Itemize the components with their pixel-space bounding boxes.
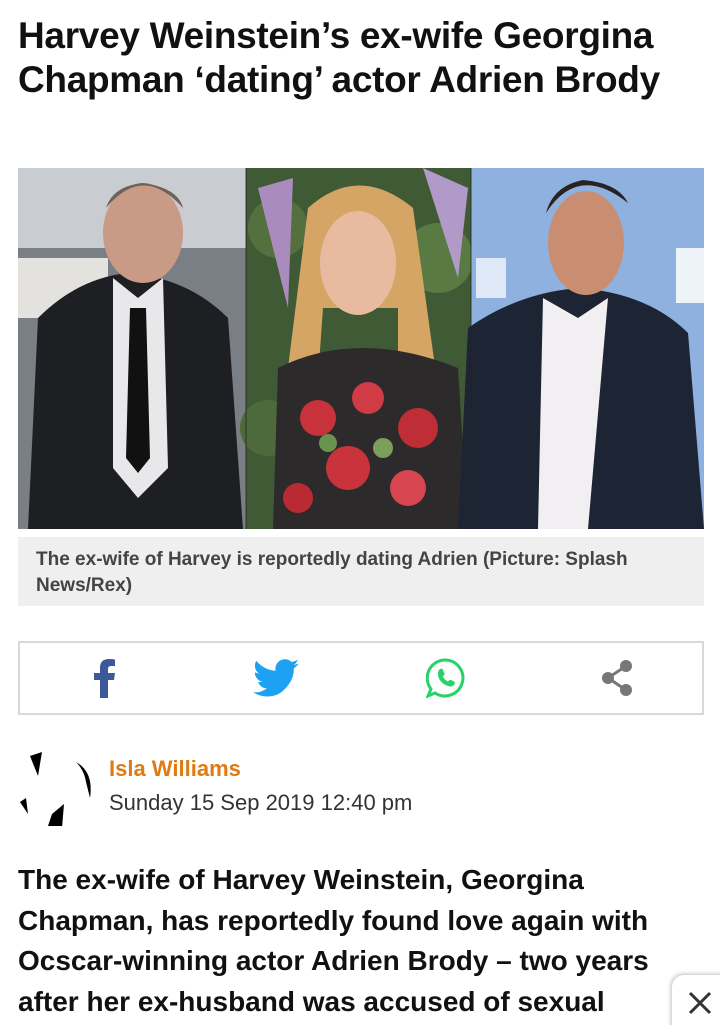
image-caption: The ex-wife of Harvey is reportedly dati… xyxy=(18,537,704,606)
twitter-icon xyxy=(252,659,299,697)
social-share-bar xyxy=(18,641,704,715)
whatsapp-icon xyxy=(426,658,465,698)
article-hero-image[interactable] xyxy=(18,168,704,529)
article-lead-paragraph: The ex-wife of Harvey Weinstein, Georgin… xyxy=(18,864,649,1017)
close-icon xyxy=(688,991,712,1015)
close-overlay-button[interactable] xyxy=(672,975,720,1025)
article-byline: Isla Williams Sunday 15 Sep 2019 12:40 p… xyxy=(18,744,704,826)
whatsapp-share-button[interactable] xyxy=(361,643,532,713)
publish-date: Sunday 15 Sep 2019 12:40 pm xyxy=(109,790,413,815)
facebook-icon xyxy=(94,659,116,698)
publisher-logo-icon xyxy=(20,752,91,826)
hero-photo-collage xyxy=(18,168,704,529)
twitter-share-button[interactable] xyxy=(191,643,362,713)
article-headline: Harvey Weinstein’s ex-wife Georgina Chap… xyxy=(18,15,660,100)
author-name-link[interactable]: Isla Williams xyxy=(109,756,241,782)
facebook-share-button[interactable] xyxy=(20,643,191,713)
share-icon xyxy=(601,660,632,696)
share-button[interactable] xyxy=(532,643,703,713)
